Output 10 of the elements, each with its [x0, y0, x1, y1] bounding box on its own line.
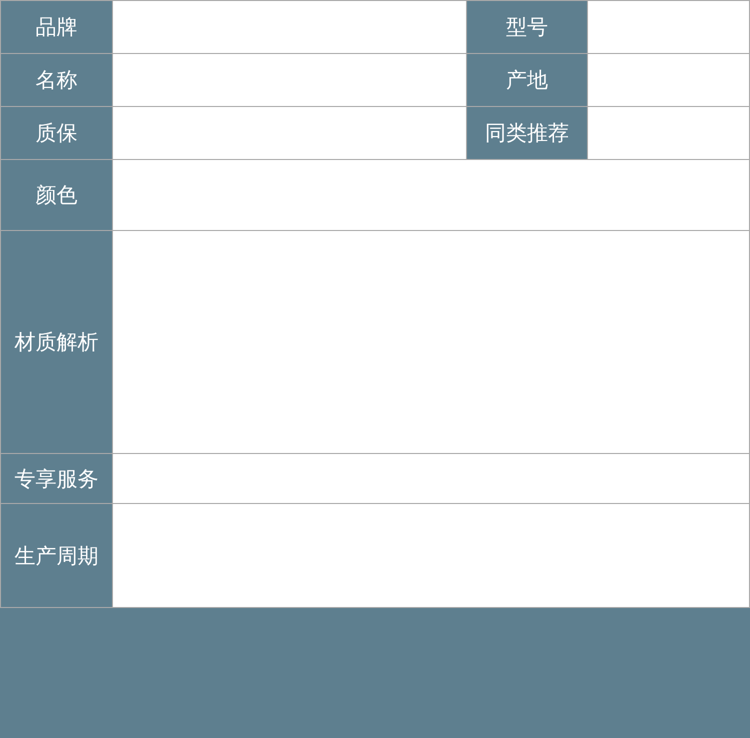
- field-label: 颜色: [1, 160, 112, 230]
- field-label: 生产周期: [1, 504, 112, 607]
- field-label: 品牌: [1, 1, 112, 53]
- field-label: 型号: [467, 1, 587, 53]
- field-label: 产地: [467, 54, 587, 106]
- field-label: 专享服务: [1, 454, 112, 503]
- field-label: 同类推荐: [467, 107, 587, 159]
- field-label: 名称: [1, 54, 112, 106]
- field-label: 材质解析: [1, 231, 112, 453]
- field-label: 质保: [1, 107, 112, 159]
